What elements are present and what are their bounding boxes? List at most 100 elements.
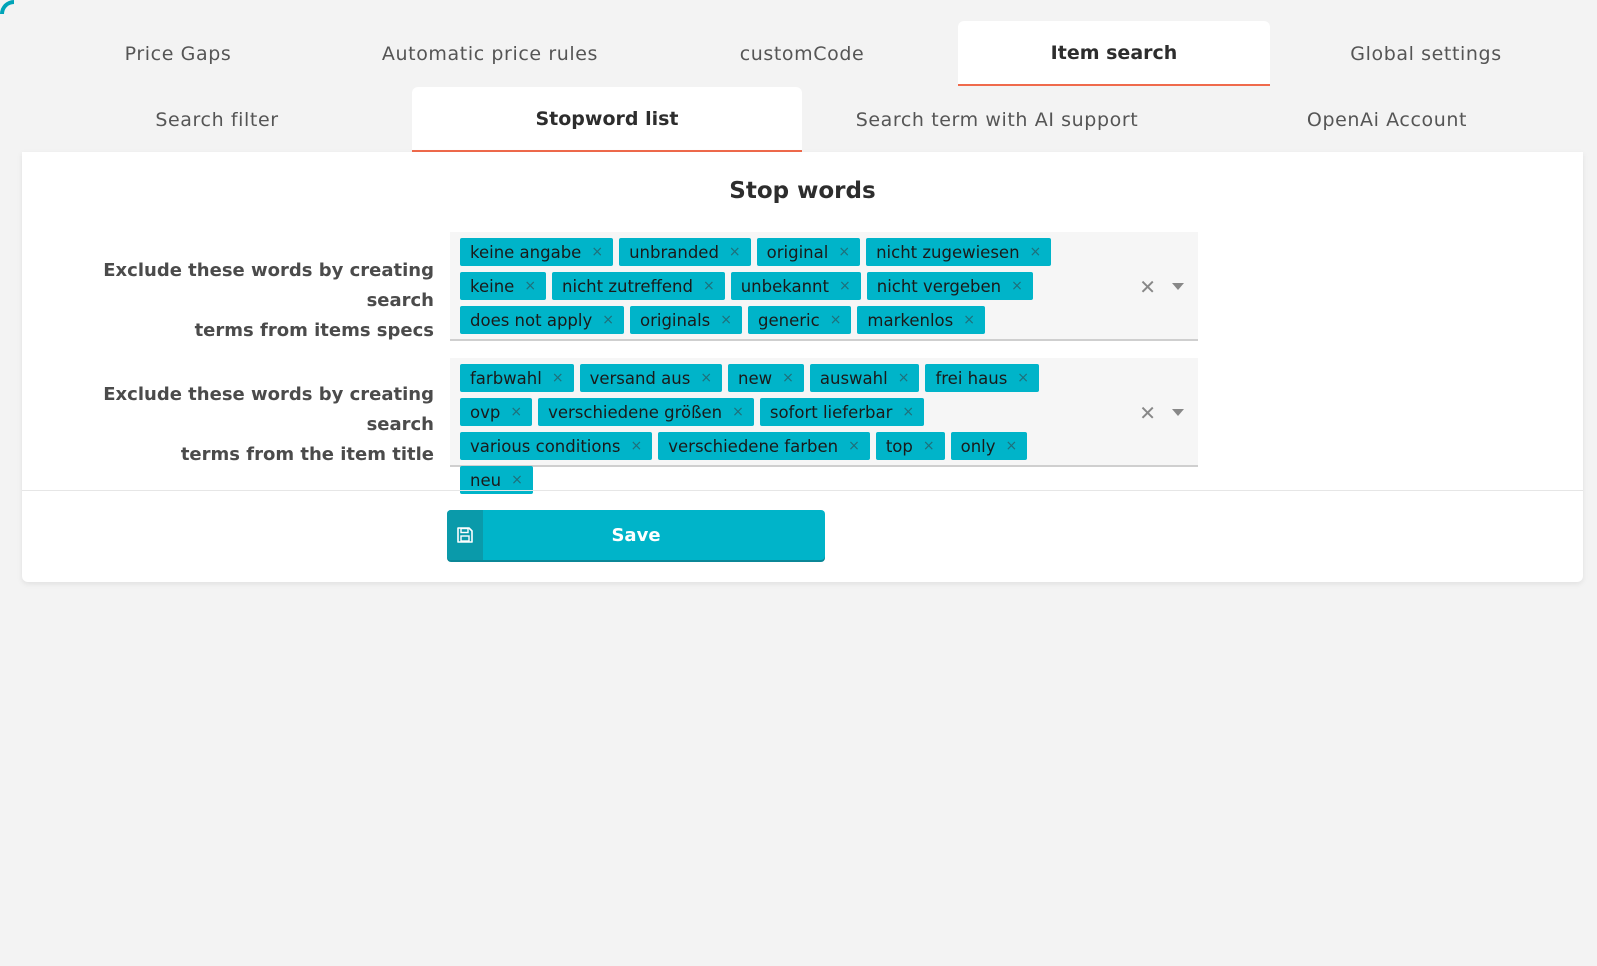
remove-tag-icon[interactable]: × xyxy=(700,370,712,386)
stopword-tag-label: nicht zutreffend xyxy=(562,276,693,296)
remove-tag-icon[interactable]: × xyxy=(732,404,744,420)
tab-global-settings[interactable]: Global settings xyxy=(1270,21,1582,86)
stopword-tag-label: only xyxy=(960,436,996,456)
remove-tag-icon[interactable]: × xyxy=(838,244,850,260)
stopword-tag-label: keine angabe xyxy=(470,242,582,262)
remove-tag-icon[interactable]: × xyxy=(963,312,975,328)
stopword-tag-label: original xyxy=(766,242,829,262)
stopword-tag: frei haus × xyxy=(925,364,1040,392)
clear-icon[interactable]: ✕ xyxy=(1139,275,1156,299)
clear-icon[interactable]: ✕ xyxy=(1139,401,1156,425)
stopword-tag-label: unbekannt xyxy=(740,276,829,296)
title-stopwords-tags: farbwahl × versand aus × new × auswahl × frei ha… xyxy=(460,364,1105,500)
stopword-tag: nicht zutreffend × xyxy=(552,272,725,300)
remove-tag-icon[interactable]: × xyxy=(591,244,603,260)
stopword-tag: keine angabe × xyxy=(460,238,614,266)
title-stopwords-label-line1: Exclude these words by creating search xyxy=(103,384,434,435)
tab-custom-code[interactable]: customCode xyxy=(646,21,958,86)
tab-openai-account[interactable]: OpenAi Account xyxy=(1192,87,1582,152)
specs-stopwords-label-line2: terms from items specs xyxy=(194,320,434,341)
stopword-tag-label: neu xyxy=(470,470,502,490)
remove-tag-icon[interactable]: × xyxy=(898,370,910,386)
stopword-tag: nicht vergeben × xyxy=(866,272,1033,300)
tab-automatic-price-rules[interactable]: Automatic price rules xyxy=(334,21,646,86)
remove-tag-icon[interactable]: × xyxy=(511,472,523,488)
tab-price-gaps[interactable]: Price Gaps xyxy=(22,21,334,86)
stopword-tag-label: auswahl xyxy=(819,368,888,388)
remove-tag-icon[interactable]: × xyxy=(524,278,536,294)
tab-stopword-list-label: Stopword list xyxy=(535,107,679,130)
remove-tag-icon[interactable]: × xyxy=(1006,438,1018,454)
stopword-tag: verschiedene farben × xyxy=(658,432,870,460)
stopword-tag: nicht zugewiesen × xyxy=(866,238,1052,266)
stopword-tag: original × xyxy=(756,238,861,266)
remove-tag-icon[interactable]: × xyxy=(602,312,614,328)
tab-search-term-ai[interactable]: Search term with AI support xyxy=(802,87,1192,152)
stopword-tag-label: nicht zugewiesen xyxy=(876,242,1020,262)
remove-tag-icon[interactable]: × xyxy=(729,244,741,260)
divider xyxy=(22,490,1583,491)
save-button-label: Save xyxy=(611,524,661,546)
specs-stopwords-multiselect[interactable]: keine angabe × unbranded × original × nicht zu… xyxy=(450,232,1198,341)
stopword-tag-label: versand aus xyxy=(589,368,691,388)
stopword-tag-label: frei haus xyxy=(935,368,1008,388)
remove-tag-icon[interactable]: × xyxy=(830,312,842,328)
stopword-panel: Stop words Exclude these words by creati… xyxy=(22,152,1583,582)
remove-tag-icon[interactable]: × xyxy=(782,370,794,386)
floppy-disk-icon xyxy=(457,527,473,543)
specs-stopwords-label: Exclude these words by creating search t… xyxy=(50,256,434,346)
stopword-tag-label: does not apply xyxy=(470,310,593,330)
remove-tag-icon[interactable]: × xyxy=(510,404,522,420)
stopword-tag-label: generic xyxy=(758,310,820,330)
remove-tag-icon[interactable]: × xyxy=(552,370,564,386)
stopword-tag: originals × xyxy=(629,306,742,334)
remove-tag-icon[interactable]: × xyxy=(848,438,860,454)
remove-tag-icon[interactable]: × xyxy=(703,278,715,294)
chevron-down-icon[interactable] xyxy=(1172,283,1184,290)
stopword-tag: verschiedene größen × xyxy=(538,398,754,426)
stopword-tag: versand aus × xyxy=(579,364,723,392)
remove-tag-icon[interactable]: × xyxy=(923,438,935,454)
stopword-tag-label: ovp xyxy=(470,402,501,422)
stopword-tag-label: farbwahl xyxy=(470,368,542,388)
main-tabs: Price Gaps Automatic price rules customC… xyxy=(22,21,1582,86)
remove-tag-icon[interactable]: × xyxy=(1011,278,1023,294)
remove-tag-icon[interactable]: × xyxy=(1017,370,1029,386)
title-stopwords-label-line2: terms from the item title xyxy=(180,444,434,465)
tab-search-filter-label: Search filter xyxy=(155,108,279,131)
sub-tabs: Search filter Stopword list Search term … xyxy=(22,87,1582,166)
stopword-tag-label: various conditions xyxy=(470,436,621,456)
stopword-tag: top × xyxy=(875,432,945,460)
title-stopwords-label: Exclude these words by creating search t… xyxy=(50,380,434,470)
stopword-tag-label: top xyxy=(885,436,913,456)
stopword-tag-label: verschiedene größen xyxy=(548,402,723,422)
stopword-tag: farbwahl × xyxy=(460,364,574,392)
tab-openai-account-label: OpenAi Account xyxy=(1306,108,1468,131)
stopword-tag-label: unbranded xyxy=(629,242,719,262)
stopword-tag: sofort lieferbar × xyxy=(759,398,925,426)
stopword-tag-label: originals xyxy=(639,310,711,330)
stopword-tag-label: sofort lieferbar xyxy=(769,402,893,422)
remove-tag-icon[interactable]: × xyxy=(902,404,914,420)
stopword-tag: auswahl × xyxy=(809,364,920,392)
remove-tag-icon[interactable]: × xyxy=(839,278,851,294)
remove-tag-icon[interactable]: × xyxy=(1030,244,1042,260)
stopword-tag-label: keine xyxy=(470,276,515,296)
stopword-tag: does not apply × xyxy=(460,306,624,334)
tab-search-filter[interactable]: Search filter xyxy=(22,87,412,152)
title-stopwords-controls: ✕ xyxy=(1139,401,1184,425)
stopword-tag: unbranded × xyxy=(619,238,751,266)
remove-tag-icon[interactable]: × xyxy=(720,312,732,328)
stopword-tag: various conditions × xyxy=(460,432,653,460)
window-corner-accent xyxy=(0,0,14,14)
tab-stopword-list[interactable]: Stopword list xyxy=(412,87,802,166)
chevron-down-icon[interactable] xyxy=(1172,409,1184,416)
remove-tag-icon[interactable]: × xyxy=(631,438,643,454)
stopword-tag-label: markenlos xyxy=(867,310,954,330)
save-icon-container xyxy=(447,510,483,560)
page-title: Stop words xyxy=(729,178,876,204)
title-stopwords-multiselect[interactable]: farbwahl × versand aus × new × auswahl × frei ha… xyxy=(450,358,1198,494)
stopword-tag-label: verschiedene farben xyxy=(668,436,839,456)
save-button[interactable]: Save xyxy=(447,510,825,560)
tab-item-search[interactable]: Item search xyxy=(958,21,1270,86)
